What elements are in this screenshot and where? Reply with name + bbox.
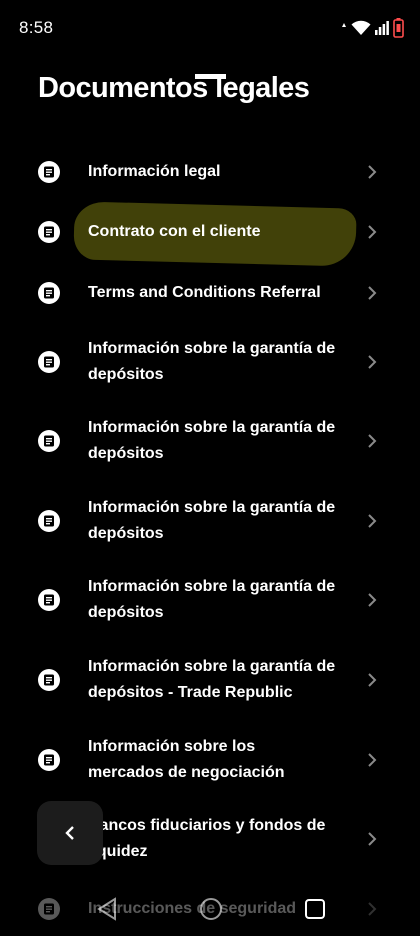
document-item-garantia-1[interactable]: Información sobre la garantía de depósit… (0, 336, 420, 388)
document-icon (38, 669, 60, 691)
nav-back-icon[interactable] (96, 897, 118, 921)
chevron-right-icon (368, 753, 377, 767)
status-time: 8:58 (19, 18, 54, 37)
document-icon (38, 749, 60, 771)
document-label: Información legal (88, 163, 221, 180)
document-label: Contrato con el cliente (88, 223, 261, 240)
chevron-right-icon (368, 225, 377, 239)
document-item-garantia-2[interactable]: Información sobre la garantía de depósit… (0, 415, 420, 467)
chevron-left-icon (65, 826, 74, 840)
document-icon (38, 221, 60, 243)
document-icon (38, 510, 60, 532)
document-item-terms-referral[interactable]: Terms and Conditions Referral (0, 273, 420, 313)
nav-recents-icon[interactable] (304, 898, 326, 920)
chevron-right-icon (368, 514, 377, 528)
battery-icon (393, 18, 404, 38)
document-item-garantia-trade-republic[interactable]: Información sobre la garantía de depósit… (0, 654, 420, 706)
alarm-dot-icon (342, 23, 346, 27)
document-item-garantia-3[interactable]: Información sobre la garantía de depósit… (0, 495, 420, 547)
document-icon (38, 282, 60, 304)
document-item-garantia-4[interactable]: Información sobre la garantía de depósit… (0, 574, 420, 626)
chevron-right-icon (368, 286, 377, 300)
signal-icon (375, 21, 389, 35)
document-icon (38, 589, 60, 611)
document-label: Terms and Conditions Referral (88, 284, 321, 301)
document-label: Información sobre los mercados de negoci… (88, 738, 285, 781)
page-title: Documentos legales (38, 72, 310, 104)
document-label: Información sobre la garantía de depósit… (88, 340, 336, 383)
chevron-right-icon (368, 434, 377, 448)
wifi-icon (351, 20, 371, 35)
document-label: Información sobre la garantía de depósit… (88, 658, 336, 701)
chevron-right-icon (368, 165, 377, 179)
chevron-right-icon (368, 673, 377, 687)
document-label: Información sobre la garantía de depósit… (88, 499, 336, 542)
document-label: Bancos fiduciarios y fondos de liquidez (88, 817, 326, 860)
status-bar: 8:58 (0, 0, 420, 56)
document-label: Información sobre la garantía de depósit… (88, 419, 336, 462)
document-item-mercados[interactable]: Información sobre los mercados de negoci… (0, 734, 420, 786)
document-item-informacion-legal[interactable]: Información legal (0, 152, 420, 192)
document-icon (38, 161, 60, 183)
status-icons (341, 17, 404, 39)
document-icon (38, 351, 60, 373)
system-navigation-bar (0, 884, 420, 936)
document-label: Información sobre la garantía de depósit… (88, 578, 336, 621)
chevron-right-icon (368, 355, 377, 369)
document-icon (38, 430, 60, 452)
title-caret (195, 74, 226, 79)
chevron-right-icon (368, 593, 377, 607)
nav-home-icon[interactable] (199, 897, 223, 921)
document-item-contrato[interactable]: Contrato con el cliente (0, 212, 420, 252)
back-button[interactable] (37, 801, 103, 865)
chevron-right-icon (368, 832, 377, 846)
